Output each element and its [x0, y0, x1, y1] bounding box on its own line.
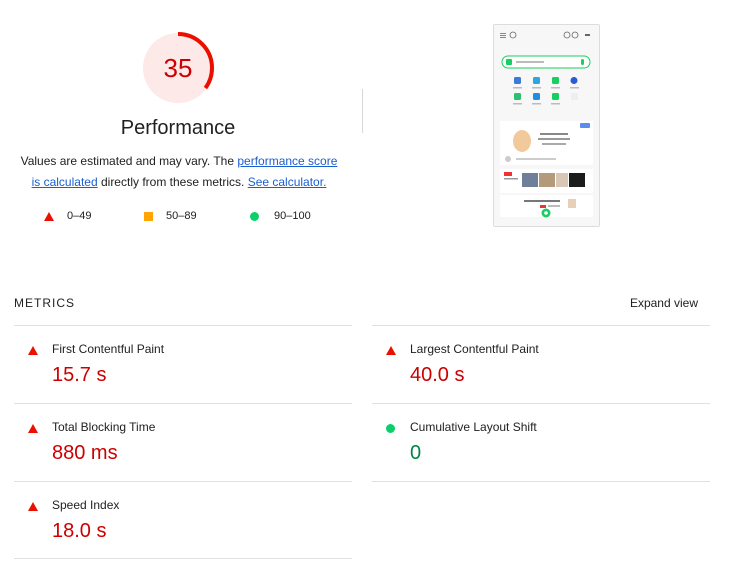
metric-total-blocking-time: Total Blocking Time 880 ms	[14, 403, 352, 481]
performance-score: 35	[163, 52, 193, 83]
fail-triangle-icon	[44, 211, 54, 221]
metric-first-contentful-paint: First Contentful Paint 15.7 s	[14, 325, 352, 403]
metric-value: 40.0 s	[410, 364, 465, 386]
metric-label: Largest Contentful Paint	[410, 342, 539, 356]
score-description: Values are estimated and may vary. The p…	[14, 151, 344, 193]
pass-circle-icon	[386, 424, 395, 433]
legend-average-label: 50–89	[166, 210, 197, 222]
metric-speed-index: Speed Index 18.0 s	[14, 481, 352, 559]
metric-value: 0	[410, 442, 422, 464]
metric-value: 15.7 s	[52, 364, 107, 386]
metric-largest-contentful-paint: Largest Contentful Paint 40.0 s	[372, 325, 710, 403]
fail-triangle-icon	[28, 502, 38, 511]
fail-triangle-icon	[28, 346, 38, 355]
metrics-heading: METRICS	[14, 296, 75, 310]
average-square-icon	[144, 211, 153, 221]
see-calculator-link[interactable]: See calculator.	[248, 175, 327, 189]
legend-pass-label: 90–100	[274, 210, 311, 222]
legend-fail: 0–49	[44, 210, 91, 222]
metric-label: Cumulative Layout Shift	[410, 420, 537, 434]
metric-label: First Contentful Paint	[52, 342, 165, 356]
metrics-bottom-divider	[14, 558, 352, 559]
screenshot-graphic	[494, 25, 599, 226]
performance-score-link[interactable]: performance score	[237, 154, 337, 168]
metric-label: Total Blocking Time	[52, 420, 156, 434]
pass-circle-icon	[250, 211, 259, 221]
expand-view-button[interactable]: Expand view	[630, 296, 698, 310]
category-title: Performance	[120, 117, 236, 139]
fail-triangle-icon	[28, 424, 38, 433]
metric-grid-divider	[372, 481, 710, 482]
is-calculated-link[interactable]: is calculated	[32, 175, 98, 189]
legend-pass: 90–100	[250, 210, 311, 222]
final-screenshot[interactable]	[493, 24, 600, 227]
metric-cumulative-layout-shift: Cumulative Layout Shift 0	[372, 403, 710, 481]
vertical-divider	[362, 89, 363, 133]
fail-triangle-icon	[386, 346, 396, 355]
metric-label: Speed Index	[52, 498, 120, 512]
description-text-1: Values are estimated and may vary. The	[20, 154, 238, 168]
legend-average: 50–89	[144, 210, 197, 222]
metric-value: 880 ms	[52, 442, 118, 464]
legend-fail-label: 0–49	[67, 210, 92, 222]
metric-value: 18.0 s	[52, 520, 107, 542]
description-text-2: directly from these metrics.	[97, 175, 248, 189]
